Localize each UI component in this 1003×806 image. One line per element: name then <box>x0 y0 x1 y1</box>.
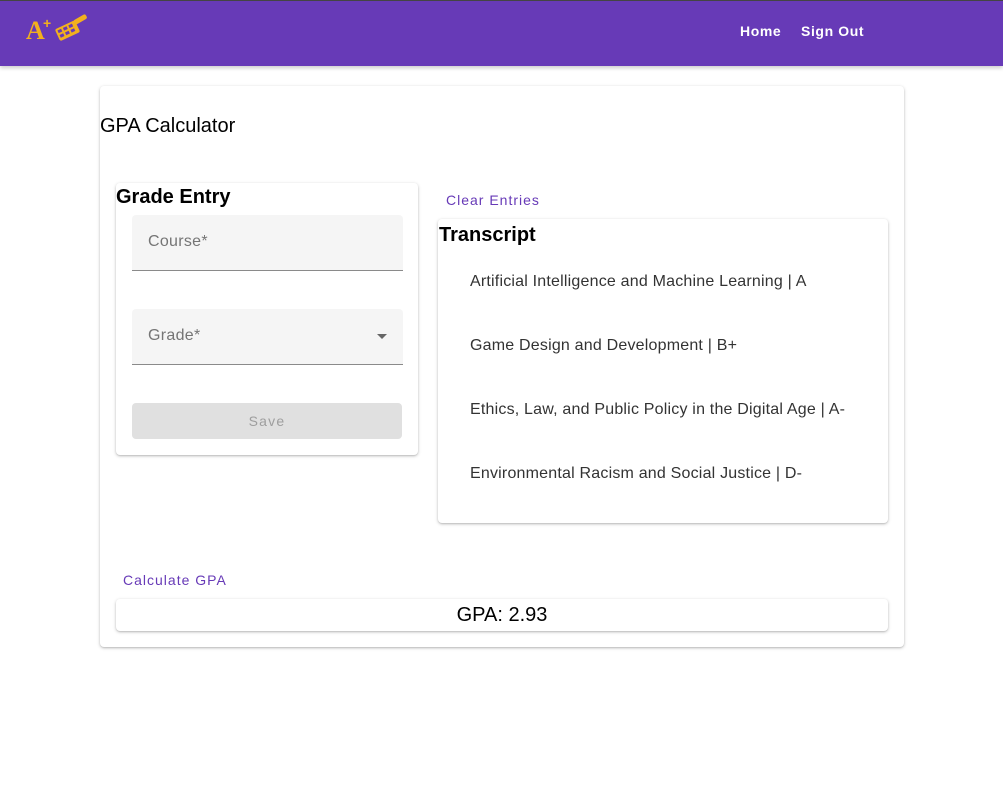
clear-entries-button[interactable]: Clear Entries <box>446 192 540 208</box>
page-title: GPA Calculator <box>100 115 236 137</box>
svg-text:+: + <box>43 15 51 31</box>
dropdown-arrow-icon <box>377 334 387 339</box>
sign-out-nav-button[interactable]: Sign Out <box>801 23 864 39</box>
transcript-title: Transcript <box>439 224 536 246</box>
app-bar: A + Home Sign Out <box>0 0 1003 66</box>
transcript-list: Artificial Intelligence and Machine Lear… <box>470 267 845 523</box>
transcript-item: Environmental Racism and Social Justice … <box>470 465 803 482</box>
transcript-card: Transcript Artificial Intelligence and M… <box>438 219 888 523</box>
transcript-item: Artificial Intelligence and Machine Lear… <box>470 273 807 290</box>
grade-entry-title: Grade Entry <box>116 186 231 208</box>
gpa-result-card: GPA: 2.93 <box>116 599 888 631</box>
gpa-calculator-card: GPA Calculator Grade Entry Course* Grade… <box>100 86 904 647</box>
transcript-item: Ethics, Law, and Public Policy in the Di… <box>470 401 846 418</box>
grade-entry-card: Grade Entry Course* Grade* Save <box>116 183 418 455</box>
course-field-label: Course* <box>148 233 208 250</box>
transcript-item: Game Design and Development | B+ <box>470 337 738 354</box>
home-nav-button[interactable]: Home <box>740 23 781 39</box>
course-field[interactable]: Course* <box>132 215 403 271</box>
grade-select[interactable]: Grade* <box>132 309 403 365</box>
gpa-result: GPA: 2.93 <box>456 604 548 626</box>
a-plus-logo-icon[interactable]: A + <box>26 13 88 45</box>
save-button[interactable]: Save <box>132 403 402 439</box>
grade-select-label: Grade* <box>148 327 201 344</box>
calculate-gpa-button[interactable]: Calculate GPA <box>123 572 227 588</box>
